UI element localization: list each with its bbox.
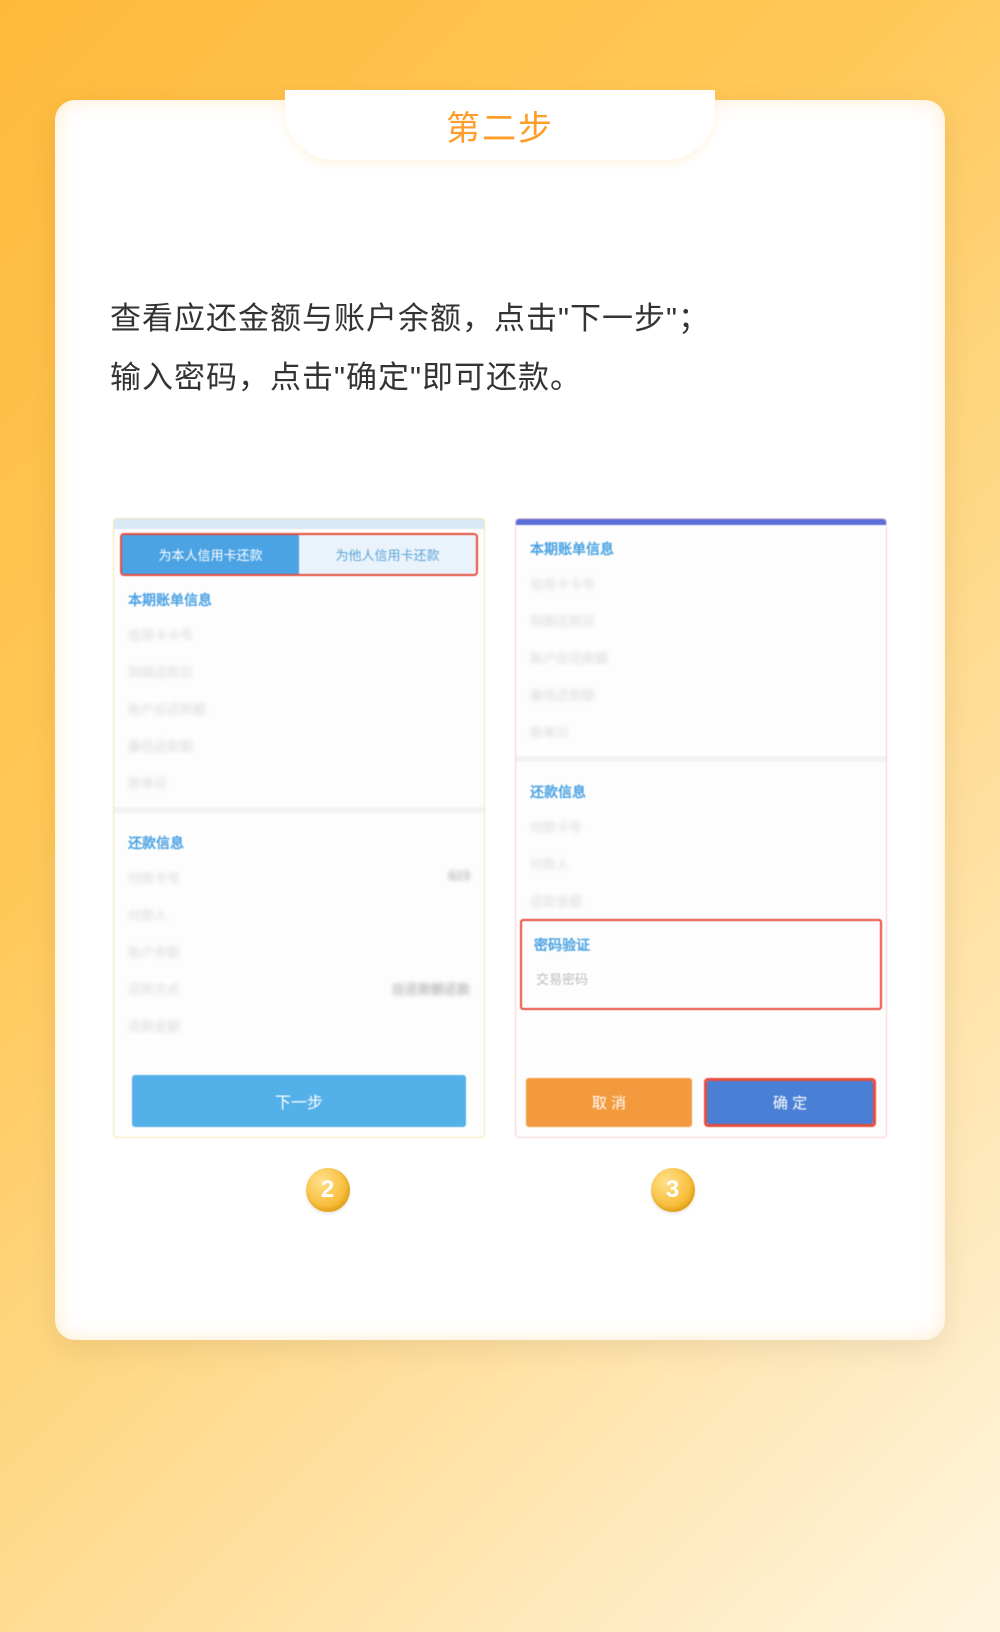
row-pay-card: 付款卡号 623 bbox=[114, 859, 484, 896]
badge-step-3: 3 bbox=[651, 1168, 695, 1212]
row-min-payment: 最低还款额 bbox=[516, 676, 886, 713]
confirm-highlight: 确 定 bbox=[704, 1078, 876, 1127]
row-pay-card: 付款卡号 bbox=[516, 808, 886, 845]
row-due-amount: 账户应还款额 bbox=[114, 690, 484, 727]
row-payer: 付款人 bbox=[114, 896, 484, 933]
password-highlight: 密码验证 交易密码 bbox=[520, 919, 882, 1010]
row-due-amount: 账户应还款额 bbox=[516, 639, 886, 676]
section-bill-info: 本期账单信息 bbox=[114, 576, 484, 616]
instruction-text: 查看应还金额与账户余额，点击"下一步"； 输入密码，点击"确定"即可还款。 bbox=[55, 120, 945, 408]
section-password: 密码验证 bbox=[522, 923, 880, 959]
row-payer: 付款人 bbox=[516, 845, 886, 882]
screenshot-step-2: 为本人信用卡还款 为他人信用卡还款 本期账单信息 信用卡卡号 到期还款日 账户应… bbox=[113, 518, 485, 1138]
row-repay-method: 还款方式 应还款额还款 bbox=[114, 970, 484, 1007]
row-repay-amount: 还款金额 bbox=[114, 1007, 484, 1044]
step-tab: 第二步 bbox=[285, 90, 715, 160]
cancel-button[interactable]: 取 消 bbox=[526, 1078, 692, 1127]
section-bill-info: 本期账单信息 bbox=[516, 525, 886, 565]
password-input[interactable]: 交易密码 bbox=[530, 963, 872, 994]
row-card-number: 信用卡卡号 bbox=[114, 616, 484, 653]
tab-self-repay[interactable]: 为本人信用卡还款 bbox=[122, 535, 299, 574]
next-button[interactable]: 下一步 bbox=[132, 1075, 466, 1127]
confirm-button[interactable]: 确 定 bbox=[707, 1081, 873, 1124]
screenshot-step-3: 本期账单信息 信用卡卡号 到期还款日 账户应还款额 最低还款额 账单日 还款信息… bbox=[515, 518, 887, 1138]
row-card-number: 信用卡卡号 bbox=[516, 565, 886, 602]
row-due-date: 到期还款日 bbox=[516, 602, 886, 639]
section-repay-info: 还款信息 bbox=[114, 819, 484, 859]
repay-tabs: 为本人信用卡还款 为他人信用卡还款 bbox=[120, 533, 478, 576]
row-min-payment: 最低还款额 bbox=[114, 727, 484, 764]
tab-other-repay[interactable]: 为他人信用卡还款 bbox=[299, 535, 476, 574]
app-topbar bbox=[114, 519, 484, 529]
repay-method-value: 应还款额还款 bbox=[392, 979, 470, 998]
screenshots-row: 为本人信用卡还款 为他人信用卡还款 本期账单信息 信用卡卡号 到期还款日 账户应… bbox=[55, 408, 945, 1138]
instruction-line-1: 查看应还金额与账户余额，点击"下一步"； bbox=[110, 290, 890, 349]
row-repay-amount: 还款金额 bbox=[516, 882, 886, 919]
action-buttons: 取 消 确 定 bbox=[526, 1078, 876, 1127]
row-due-date: 到期还款日 bbox=[114, 653, 484, 690]
row-bill-day: 账单日 bbox=[114, 764, 484, 801]
row-balance: 账户余额 bbox=[114, 933, 484, 970]
instruction-card: 第二步 查看应还金额与账户余额，点击"下一步"； 输入密码，点击"确定"即可还款… bbox=[55, 100, 945, 1340]
instruction-line-2: 输入密码，点击"确定"即可还款。 bbox=[110, 349, 890, 408]
row-bill-day: 账单日 bbox=[516, 713, 886, 750]
section-repay-info: 还款信息 bbox=[516, 768, 886, 808]
step-badges: 2 3 bbox=[55, 1138, 945, 1212]
badge-step-2: 2 bbox=[306, 1168, 350, 1212]
pay-card-value: 623 bbox=[448, 868, 470, 883]
step-title: 第二步 bbox=[446, 101, 554, 150]
